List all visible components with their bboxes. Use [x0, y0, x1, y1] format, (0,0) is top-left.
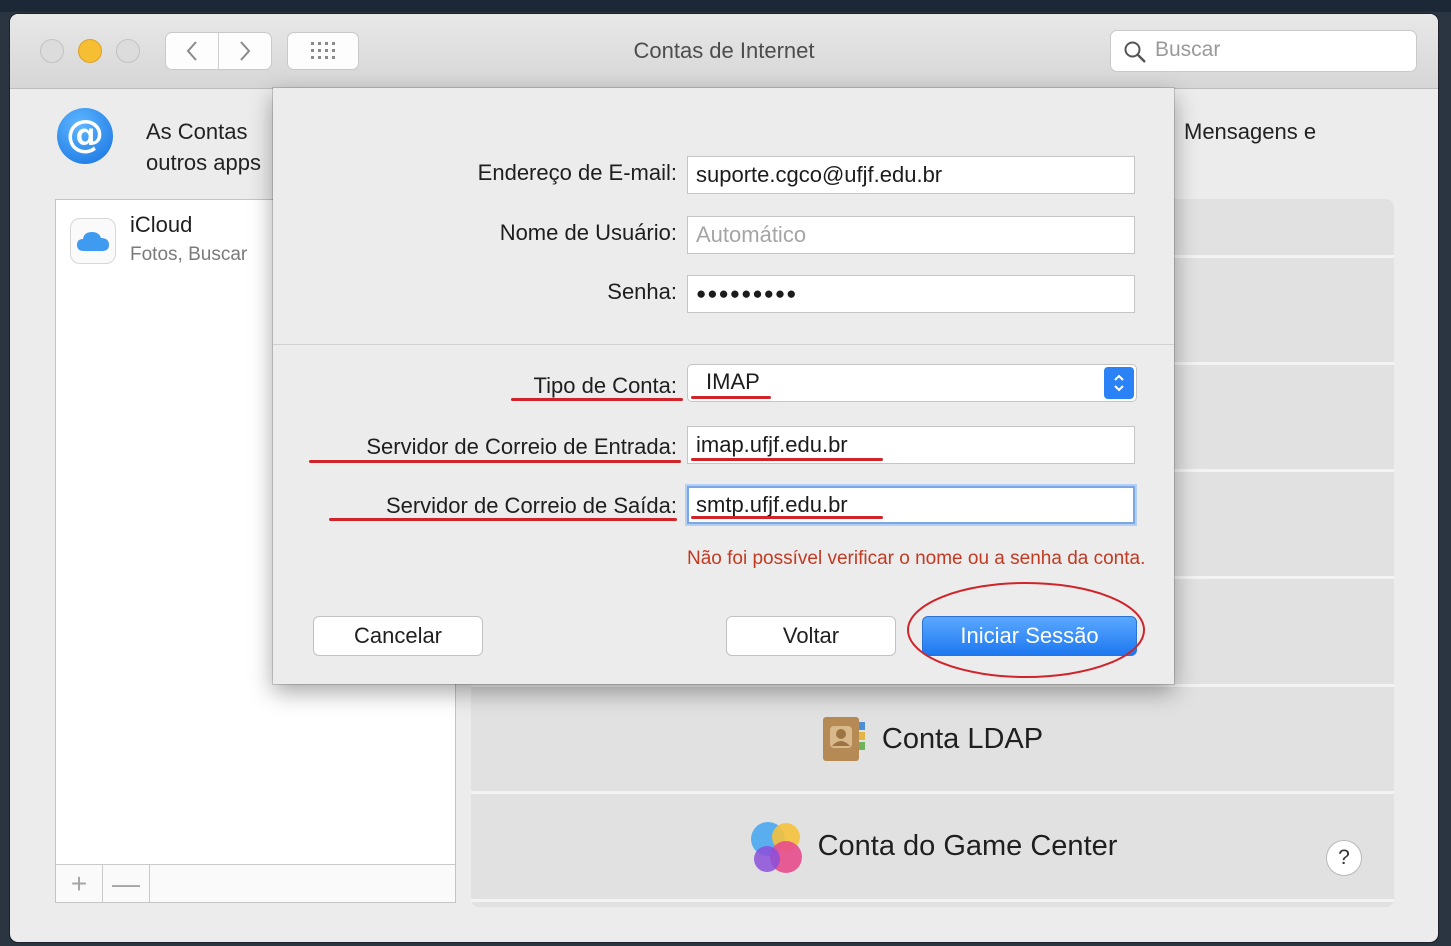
- error-message: Não foi possível verificar o nome ou a s…: [687, 548, 1146, 569]
- email-field[interactable]: suporte.cgco@ufjf.edu.br: [687, 156, 1135, 194]
- password-label: Senha:: [607, 279, 677, 304]
- sheet-divider: [273, 344, 1174, 345]
- help-button[interactable]: ?: [1326, 840, 1362, 876]
- search-field[interactable]: Buscar: [1110, 30, 1417, 72]
- cancel-button[interactable]: Cancelar: [313, 616, 483, 656]
- contacts-book-icon: [822, 716, 866, 762]
- add-account-button[interactable]: +: [56, 865, 103, 902]
- provider-game-center-label: Conta do Game Center: [817, 830, 1118, 862]
- game-center-icon: [748, 818, 806, 876]
- internet-accounts-icon: @: [57, 108, 113, 164]
- outgoing-server-label: Servidor de Correio de Saída:: [385, 493, 677, 518]
- incoming-server-label: Servidor de Correio de Entrada:: [366, 434, 677, 459]
- title-bar: Contas de Internet Buscar: [10, 14, 1438, 89]
- username-label: Nome de Usuário:: [499, 220, 677, 245]
- annotation-underline: [691, 458, 883, 461]
- account-services: Fotos, Buscar: [130, 244, 248, 265]
- desktop-background: [0, 0, 1451, 12]
- account-type-value: IMAP: [706, 369, 760, 394]
- annotation-underline: [511, 398, 683, 401]
- provider-game-center[interactable]: Conta do Game Center: [471, 794, 1394, 899]
- password-field[interactable]: ●●●●●●●●●: [687, 275, 1135, 313]
- provider-divider: [471, 899, 1394, 902]
- search-icon: [1124, 41, 1146, 63]
- account-type-label: Tipo de Conta:: [533, 373, 678, 398]
- annotation-underline: [691, 396, 771, 399]
- annotation-underline: [691, 516, 883, 519]
- icloud-icon: [70, 218, 116, 264]
- header-line-1-end: Mensagens e: [1184, 119, 1317, 144]
- back-step-button[interactable]: Voltar: [726, 616, 896, 656]
- search-placeholder: Buscar: [1155, 38, 1221, 61]
- annotation-underline: [329, 518, 677, 521]
- remove-account-button[interactable]: —: [103, 865, 150, 902]
- annotation-circle: [907, 582, 1145, 678]
- provider-ldap-label: Conta LDAP: [881, 722, 1044, 755]
- list-toolbar: + —: [56, 864, 455, 902]
- email-label: Endereço de E-mail:: [477, 160, 677, 185]
- provider-ldap[interactable]: Conta LDAP: [471, 687, 1394, 791]
- annotation-underline: [309, 460, 681, 463]
- popup-arrows-icon: [1104, 367, 1134, 399]
- username-field[interactable]: Automático: [687, 216, 1135, 254]
- account-name: iCloud: [130, 212, 193, 237]
- preferences-window: Contas de Internet Buscar @ As Contas ou…: [10, 14, 1438, 942]
